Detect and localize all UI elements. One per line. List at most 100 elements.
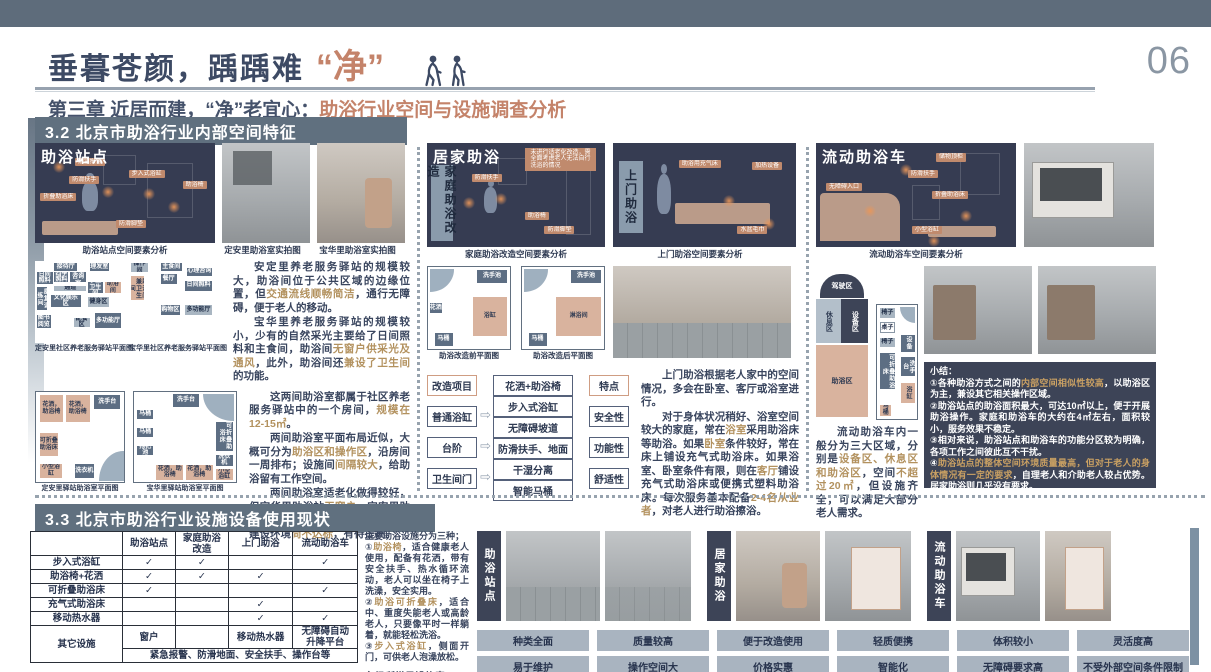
station-floorplans: 接待厅理发室日间照料四季照料心理咨询室通道小型卫生间助浴间康复训练间文化娱乐区健… xyxy=(35,261,223,385)
elderly-person-cane-icon xyxy=(446,54,470,88)
paragraph-line: ③相对来说，助浴站点和助浴车的功能分区较为明确，各项工作之间彼此互不干扰。 xyxy=(930,435,1150,458)
plan-room: 桌子 xyxy=(880,322,894,333)
feature-badge: 智能化 xyxy=(837,656,949,672)
plan-room: 花洒，助浴椅 xyxy=(156,465,183,479)
group-label-station: 助浴站点 xyxy=(477,531,501,621)
plan-room: 接待厅 xyxy=(54,263,77,271)
zone-bathing: 助浴区 xyxy=(816,345,868,417)
illustration-tag: 储物顶柜 xyxy=(936,153,966,161)
photo-dinganli-bathroom xyxy=(222,143,310,243)
door-arc xyxy=(203,394,234,421)
illustration-tag: 水盆毛巾 xyxy=(737,226,767,234)
group-label-home: 居家助浴 xyxy=(707,531,731,621)
feature-badge: 易于维护 xyxy=(477,656,589,672)
table-header-cell xyxy=(31,532,123,556)
flow-left-column: 改造项目 普通浴缸⇨ 台阶⇨ 卫生间门⇨ xyxy=(427,375,477,489)
plan-room: 助浴间兼卫生间 xyxy=(131,276,144,301)
photo-station-facility-1 xyxy=(506,531,600,621)
flow-item: 卫生间门⇨ xyxy=(427,468,477,489)
table-cell xyxy=(123,612,176,626)
glow-dot xyxy=(102,186,114,198)
highlighted-text: 客厅 xyxy=(757,465,778,477)
plan-room: 马桶 xyxy=(137,410,153,420)
illustration-tag: 助浴用充气床 xyxy=(679,160,721,168)
text-segment: 上门助浴根据老人家中的空间情况，多会在卧室、客厅或浴室进行。 xyxy=(641,369,799,408)
table-cell: ✓ xyxy=(175,570,228,584)
illustration-tag: 小型浴缸 xyxy=(912,226,942,234)
facility-note-column: 主要助浴设施分为三种；①助浴椅，适合健康老人使用，配备有花洒，带有安全扶手、热水… xyxy=(365,531,469,672)
highlighted-text: 兼设了卫生间 xyxy=(344,357,410,369)
section-3-3-content: 助浴站点 家庭助浴 改造 上门助浴 流动助浴车 步入式浴缸 ✓ ✓ ✓ 助浴椅+… xyxy=(30,531,1205,672)
glow-dot xyxy=(143,188,155,200)
facility-photo-row: 助浴站点 居家助浴 流动助浴车 xyxy=(477,531,1205,621)
table-cell xyxy=(175,626,228,649)
group-label-mobile: 流动助浴车 xyxy=(927,531,951,621)
text-segment: ②助浴站点的助浴面积最大，可达10㎡以上，便于开展助浴操作。家庭和助浴车的大约在… xyxy=(930,401,1150,434)
flow-item: 无障碍坡道 xyxy=(493,417,573,438)
photo-badge-groups: 助浴站点 居家助浴 流动助浴车 种类全面 质量较高 便于改造使用 轻质便携 体积… xyxy=(477,531,1205,672)
plan-room: 餐厅 xyxy=(161,274,177,284)
row-label: 移动热水器 xyxy=(31,612,123,626)
feature-badges: 种类全面 质量较高 便于改造使用 轻质便携 体积较小 灵活度高 易于维护 操作空… xyxy=(477,630,1205,672)
feature-badge: 轻质便携 xyxy=(837,630,949,651)
title-divider xyxy=(35,87,1095,90)
door-to-door-label: 上门助浴 xyxy=(619,161,643,233)
title-divider-light xyxy=(35,91,1095,92)
caption: 宝华里驿站助浴室平面图 xyxy=(133,483,237,494)
photo-door-to-door-service xyxy=(613,266,791,358)
home-renovation-label: 家庭助浴改造 xyxy=(431,165,453,241)
summary-title: 小结： xyxy=(930,366,1150,378)
summary-box: 小结： ①各种助浴方式之间的内部空间相似性较高，以助浴区为主，兼设其它相关操作区… xyxy=(924,362,1156,488)
plan-room: 洗手台 xyxy=(173,394,200,407)
caption: 助浴改造前平面图 xyxy=(427,350,511,361)
plan-room: 洗手池 xyxy=(571,270,601,282)
zone-driving: 驾驶区 xyxy=(820,274,864,298)
plan-room: 马桶 xyxy=(880,405,891,415)
row-label: 充气式助浴床 xyxy=(31,598,123,612)
mobile-lower-area: 驾驶区 休息区 设备区 助浴区 椅子桌子椅子设备可折叠助浴床洗手台浴缸马桶 小结… xyxy=(816,266,1211,498)
flow-item: 台阶⇨ xyxy=(427,437,477,458)
highlighted-text: 交通流线顺畅简洁 xyxy=(266,288,355,300)
person-silhouette xyxy=(657,174,671,214)
plan-room: 小型浴缸 xyxy=(216,469,233,480)
poster-page: 垂暮苍颜，踽踽难 “净” 06 第三章 近居而建，“净”老宜心：助浴行业空间与设… xyxy=(0,0,1211,672)
glow-dot xyxy=(463,197,475,209)
plan-room: 设备 xyxy=(901,335,915,352)
table-cell: ✓ xyxy=(228,570,293,584)
illustration-tag: 折叠助浴床 xyxy=(932,191,968,199)
text-segment: ③相对来说，助浴站点和助浴车的功能分区较为明确，各项工作之间彼此互不干扰。 xyxy=(930,435,1150,457)
photo-vehicle-interior-1 xyxy=(924,266,1032,354)
photo-vehicle-interior-2 xyxy=(1038,266,1156,354)
flow-item: 防滑扶手、地面 xyxy=(493,438,573,459)
illustration-tag: 防滑扶手 xyxy=(908,170,938,178)
plan-room: 洗衣机 xyxy=(216,455,233,467)
table-cell: ✓ xyxy=(228,598,293,612)
plan-room: 洗衣机 xyxy=(75,464,94,478)
flow-item: 舒适性 xyxy=(589,468,629,489)
plan-room: 健身区 xyxy=(88,297,109,307)
plan-room: 淋浴间 xyxy=(556,297,600,336)
plan-room: 可折叠助浴床 xyxy=(40,433,58,456)
feature-badge: 操作空间大 xyxy=(597,656,709,672)
flow-item: 步入式浴缸 xyxy=(493,396,573,417)
column-mobile-vehicle: 流动助浴车 储物顶柜防滑扶手折叠助浴床无障碍入口小型浴缸 流动助浴车空间要素分析… xyxy=(816,143,1211,495)
paragraph-line: ③步入式浴缸，侧面开门，可供老人泡澡放松。 xyxy=(365,641,469,663)
photo-station-facility-2 xyxy=(605,531,691,621)
paragraph-line: 两间助浴室平面布局近似，大概可分为助浴区和操作区，沿房间一周排布；设施间间隔较大… xyxy=(249,432,410,486)
plan-room: 椅子 xyxy=(880,308,894,317)
door-arc xyxy=(900,307,915,323)
illustration-lineart xyxy=(498,158,526,185)
elderly-people-icons xyxy=(420,54,470,88)
plan-room: 图书阅览 xyxy=(37,315,51,328)
mobile-paragraph: 流动助浴车内一般分为三大区域，分别是设备区、休息区和助浴区，空间不超过20㎡，但… xyxy=(816,426,918,522)
text-segment: 。 xyxy=(286,418,297,430)
door-arc xyxy=(430,269,455,292)
table-cell: ✓ xyxy=(228,612,293,626)
photo-home-facility-1 xyxy=(736,531,820,621)
floorplan-dinganli-station: 接待厅理发室日间照料四季照料心理咨询室通道小型卫生间助浴间康复训练间文化娱乐区健… xyxy=(35,261,123,343)
table-header-row: 助浴站点 家庭助浴 改造 上门助浴 流动助浴车 xyxy=(31,532,358,556)
flow-middle-column: 花洒+助浴椅 步入式浴缸 无障碍坡道 防滑扶手、地面 干湿分离 智能马桶 xyxy=(493,375,573,489)
column-bathing-station: 助浴站点 紧急报警防滑扶手步入式浴缸折叠助浴床助浴椅防滑脚垫 助浴站点空间要素分… xyxy=(35,143,410,495)
plan-room: 小型卫生间 xyxy=(88,282,103,293)
plan-room: 浴缸 xyxy=(473,297,507,336)
